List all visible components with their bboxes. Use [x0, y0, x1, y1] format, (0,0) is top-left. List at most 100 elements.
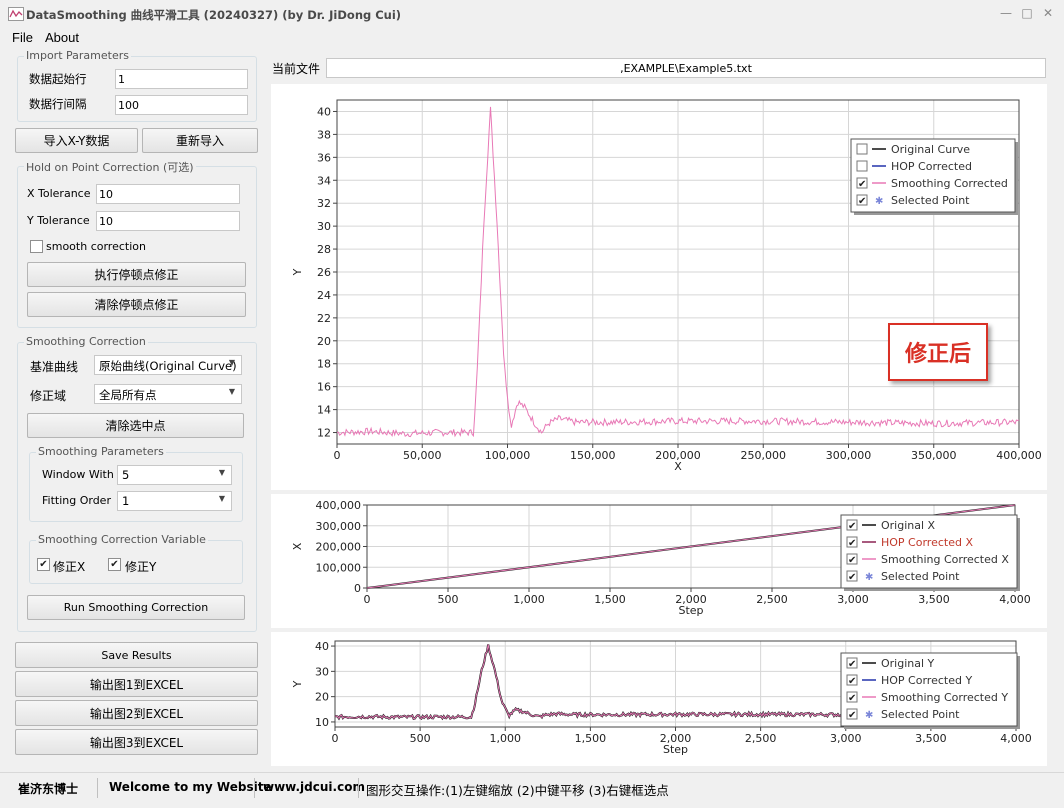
fix-y-label: 修正Y [125, 560, 157, 574]
window-width-select[interactable]: 5 ▼ [117, 465, 232, 485]
x-axis-label: Step [678, 604, 703, 617]
clear-selected-points-button[interactable]: 清除选中点 [27, 413, 244, 438]
x-tick-label: 250,000 [741, 449, 787, 462]
y-tick-label: 24 [317, 289, 331, 302]
y-tick-label: 20 [317, 335, 331, 348]
welcome-label: Welcome to my Website [109, 780, 272, 794]
chart2-panel[interactable]: 0 500 1,000 1,500 2,000 2,500 3,000 3,500 4,000 0… [271, 494, 1047, 628]
y-tick-label: 22 [317, 312, 331, 325]
row-interval-input[interactable]: 100 [115, 95, 248, 115]
legend-check-mark: ✔ [848, 659, 856, 670]
import-xy-button[interactable]: 导入X-Y数据 [15, 128, 138, 153]
export-chart2-button[interactable]: 输出图2到EXCEL [15, 700, 258, 726]
legend-label: Smoothing Corrected [891, 177, 1008, 190]
legend-marker: ✱ [865, 710, 873, 721]
x-tick-label: 500 [438, 593, 459, 606]
window-width-value: 5 [122, 468, 130, 482]
menu-about[interactable]: About [45, 30, 79, 45]
x-tick-label: 0 [364, 593, 371, 606]
y-tick-label: 20 [315, 691, 329, 704]
y-tick-label: 30 [317, 220, 331, 233]
x-tick-label: 1,000 [490, 732, 522, 745]
maximize-button[interactable]: □ [1016, 4, 1038, 22]
legend-label: HOP Corrected [891, 160, 972, 173]
run-smoothing-button[interactable]: Run Smoothing Correction [27, 595, 245, 620]
x-tick-label: 1,500 [575, 732, 607, 745]
fix-x-checkbox[interactable]: ✔ [37, 558, 50, 571]
legend-label: Original X [881, 519, 936, 532]
x-tick-label: 3,000 [830, 732, 862, 745]
y-tick-label: 26 [317, 266, 331, 279]
save-results-button[interactable]: Save Results [15, 642, 258, 668]
interaction-hint: 图形交互操作:(1)左键缩放 (2)中键平移 (3)右键框选点 [366, 783, 669, 798]
clear-hop-button[interactable]: 清除停顿点修正 [27, 292, 246, 317]
legend-checkbox [856, 160, 868, 172]
x-axis-label: Step [663, 743, 688, 756]
chart3-svg[interactable]: 0 500 1,000 1,500 2,000 2,500 3,000 3,500 4,0001… [271, 632, 1047, 766]
legend-check-mark: ✔ [858, 196, 866, 207]
chart2-svg[interactable]: 0 500 1,000 1,500 2,000 2,500 3,000 3,500 4,0000… [271, 494, 1047, 628]
legend-label: Smoothing Corrected Y [881, 691, 1008, 704]
x-tick-label: 1,500 [594, 593, 626, 606]
legend-label: HOP Corrected Y [881, 674, 972, 687]
x-tolerance-label: X Tolerance [27, 187, 91, 200]
chevron-down-icon: ▼ [218, 494, 225, 503]
smooth-correction-checkbox[interactable] [30, 240, 43, 253]
chart1-panel[interactable]: 0 50,000 100,000 150,000 200,000 250,000 300,0… [271, 84, 1047, 490]
y-tick-label: 14 [317, 404, 331, 417]
export-chart3-button[interactable]: 输出图3到EXCEL [15, 729, 258, 755]
run-hop-button[interactable]: 执行停顿点修正 [27, 262, 246, 287]
legend-label: Selected Point [881, 708, 960, 721]
export-chart1-button[interactable]: 输出图1到EXCEL [15, 671, 258, 697]
legend-label: Smoothing Corrected X [881, 553, 1009, 566]
chart1-svg[interactable]: 0 50,000 100,000 150,000 200,000 250,000 300,0… [271, 84, 1047, 490]
y-tick-label: 28 [317, 243, 331, 256]
window-width-label: Window With [42, 468, 114, 481]
fix-y-checkbox[interactable]: ✔ [108, 558, 121, 571]
website-link[interactable]: www.jdcui.com [263, 780, 365, 794]
correction-domain-select[interactable]: 全局所有点 ▼ [94, 384, 242, 404]
chevron-down-icon: ▼ [228, 358, 235, 367]
row-interval-label: 数据行间隔 [29, 97, 87, 111]
base-curve-select[interactable]: 原始曲线(Original Curve) ▼ [94, 355, 242, 375]
x-tick-label: 500 [410, 732, 431, 745]
y-tick-label: 10 [315, 716, 329, 729]
y-tolerance-input[interactable]: 10 [96, 211, 240, 231]
x-tick-label: 4,000 [1000, 732, 1032, 745]
import-parameters-title: Import Parameters [24, 49, 131, 62]
app-icon [8, 7, 24, 21]
x-tick-label: 3,500 [915, 732, 947, 745]
legend-label: Selected Point [881, 570, 960, 583]
start-row-label: 数据起始行 [29, 72, 87, 86]
fitting-order-select[interactable]: 1 ▼ [117, 491, 232, 511]
x-tick-label: 50,000 [403, 449, 442, 462]
chart3-panel[interactable]: 0 500 1,000 1,500 2,000 2,500 3,000 3,500 4,000 1… [271, 632, 1047, 766]
y-tick-label: 0 [354, 582, 361, 595]
smoothing-correction-title: Smoothing Correction [24, 335, 148, 348]
legend-check-mark: ✔ [848, 521, 856, 532]
y-tolerance-label: Y Tolerance [27, 214, 90, 227]
x-tick-label: 100,000 [485, 449, 531, 462]
legend-checkbox [856, 143, 868, 155]
start-row-input[interactable]: 1 [115, 69, 248, 89]
y-tick-label: 32 [317, 197, 331, 210]
close-button[interactable]: ✕ [1037, 4, 1059, 22]
x-tick-label: 300,000 [826, 449, 872, 462]
x-tick-label: 150,000 [570, 449, 616, 462]
menu-file[interactable]: File [12, 30, 33, 45]
legend-check-mark: ✔ [848, 710, 856, 721]
current-file-path: ,EXAMPLE\Example5.txt [326, 58, 1046, 78]
y-tick-label: 40 [315, 640, 329, 653]
smoothing-parameters-group: Smoothing Parameters [29, 445, 243, 522]
y-tick-label: 38 [317, 128, 331, 141]
x-tick-label: 2,500 [745, 732, 777, 745]
y-tick-label: 200,000 [316, 541, 362, 554]
y-tick-label: 36 [317, 151, 331, 164]
reimport-button[interactable]: 重新导入 [142, 128, 258, 153]
x-tick-label: 0 [332, 732, 339, 745]
x-tolerance-input[interactable]: 10 [96, 184, 240, 204]
base-curve-value: 原始曲线(Original Curve) [99, 359, 237, 373]
minimize-button[interactable]: — [995, 4, 1017, 22]
x-tick-label: 400,000 [996, 449, 1042, 462]
x-tick-label: 1,000 [513, 593, 545, 606]
